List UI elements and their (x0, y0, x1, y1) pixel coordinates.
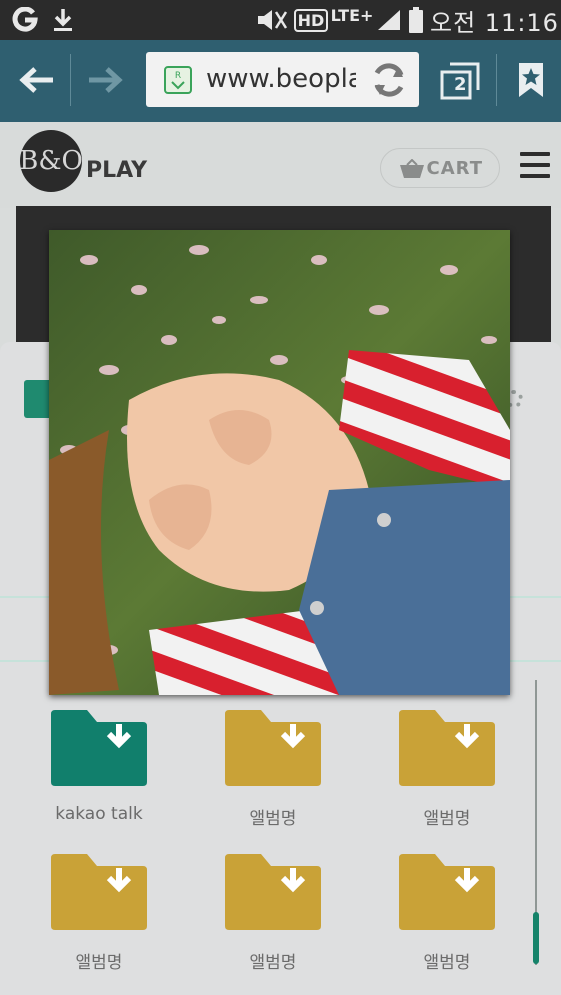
folder-item[interactable]: 앨범명 (372, 708, 522, 838)
site-header: B&O PLAY CART (0, 122, 561, 208)
network-type: LTE+ (330, 6, 374, 25)
folder-label: 앨범명 (423, 953, 471, 973)
folder-item[interactable]: 앨범명 (372, 852, 522, 982)
folder-label: 앨범명 (75, 953, 123, 973)
toolbar-divider (496, 54, 497, 106)
folder-label: kakao talk (55, 804, 143, 824)
folder-label: 앨범명 (249, 953, 297, 973)
folder-download-icon (51, 710, 147, 786)
signal-icon (374, 0, 404, 40)
folder-item[interactable]: 앨범명 (198, 852, 348, 982)
browser-toolbar: R www.beopla 2 (0, 40, 561, 122)
tabs-button[interactable]: 2 (432, 56, 488, 104)
brand-suffix: PLAY (86, 158, 147, 183)
g-logo-icon (8, 0, 42, 40)
girl-lying-in-grass-photo[interactable] (49, 230, 510, 695)
download-icon (48, 0, 78, 40)
reload-icon[interactable] (370, 61, 408, 99)
battery-icon (404, 0, 428, 40)
folder-download-icon (225, 710, 321, 786)
hd-badge: HD (292, 0, 330, 40)
tabs-count: 2 (454, 74, 467, 95)
folder-label: 앨범명 (249, 809, 297, 829)
site-favicon-icon: R (164, 66, 192, 94)
folder-item[interactable]: 앨범명 (198, 708, 348, 838)
forward-arrow-icon (89, 67, 123, 93)
cart-label: CART (426, 157, 483, 179)
status-time: 오전 11:16 (430, 8, 559, 37)
url-text: www.beopla (206, 64, 356, 94)
folder-download-icon (51, 854, 147, 930)
url-field[interactable]: R www.beopla (146, 52, 419, 107)
back-arrow-icon (19, 67, 53, 93)
forward-button[interactable] (78, 56, 134, 104)
cart-button[interactable]: CART (380, 148, 500, 188)
bo-logo[interactable]: B&O (19, 130, 83, 192)
folder-item[interactable]: kakao talk (24, 708, 174, 838)
hamburger-menu-icon[interactable] (520, 152, 550, 182)
status-bar: HD LTE+ 오전 11:16 (0, 0, 561, 40)
toolbar-divider (70, 54, 71, 106)
back-button[interactable] (8, 56, 64, 104)
bookmark-star-icon (519, 63, 543, 97)
folder-download-icon (399, 854, 495, 930)
folder-label: 앨범명 (423, 809, 471, 829)
svg-text:R: R (175, 71, 181, 81)
folder-item[interactable]: 앨범명 (24, 852, 174, 982)
folder-download-icon (399, 710, 495, 786)
cart-basket-icon (400, 159, 424, 178)
folder-download-icon (225, 854, 321, 930)
scrollbar-thumb[interactable] (533, 912, 539, 964)
mute-icon (254, 0, 290, 40)
bookmark-button[interactable] (503, 56, 559, 104)
